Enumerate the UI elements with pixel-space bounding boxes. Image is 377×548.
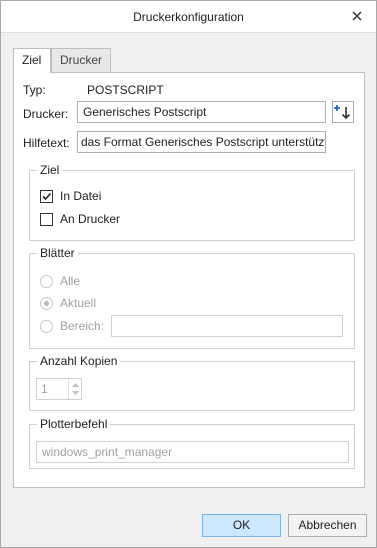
in-datei-label[interactable]: In Datei [60, 189, 101, 203]
stepper-arrows[interactable] [68, 379, 81, 399]
ok-button[interactable]: OK [202, 514, 281, 537]
ziel-group-legend: Ziel [37, 163, 63, 177]
blaetter-group: Blätter Alle Aktuell Bereich: [29, 246, 355, 349]
drucker-label: Drucker: [23, 107, 69, 121]
bereich-radio[interactable] [40, 320, 53, 333]
kopien-group: Anzahl Kopien 1 [29, 354, 355, 411]
bereich-label[interactable]: Bereich: [60, 319, 104, 333]
blaetter-group-legend: Blätter [37, 246, 78, 260]
typ-value: POSTSCRIPT [87, 83, 164, 97]
cancel-button[interactable]: Abbrechen [288, 514, 367, 537]
plotter-group-legend: Plotterbefehl [37, 417, 111, 431]
ziel-group: Ziel In Datei An Drucker [29, 163, 355, 241]
kopien-group-legend: Anzahl Kopien [37, 354, 121, 368]
tab-drucker[interactable]: Drucker [51, 48, 111, 72]
tab-panel-ziel: Typ: POSTSCRIPT Drucker: Generisches Pos… [13, 72, 365, 488]
hilfetext-label: Hilfetext: [23, 136, 70, 150]
bereich-input[interactable] [111, 315, 343, 337]
in-datei-checkbox[interactable] [40, 190, 53, 203]
an-drucker-label[interactable]: An Drucker [60, 212, 120, 226]
title-bar: Druckerkonfiguration [1, 1, 376, 33]
alle-radio[interactable] [40, 275, 53, 288]
dialog-window: Druckerkonfiguration Ziel Drucker Typ: P… [0, 0, 377, 548]
alle-label[interactable]: Alle [60, 274, 80, 288]
aktuell-label[interactable]: Aktuell [60, 296, 96, 310]
window-title: Druckerkonfiguration [133, 10, 244, 24]
an-drucker-checkbox[interactable] [40, 213, 53, 226]
aktuell-radio[interactable] [40, 297, 53, 310]
plotter-group: Plotterbefehl windows_print_manager [29, 417, 355, 469]
close-icon[interactable] [348, 7, 366, 25]
hilfetext-field[interactable]: das Format Generisches Postscript unters… [77, 131, 326, 153]
printer-select-icon[interactable] [332, 101, 354, 123]
tab-ziel[interactable]: Ziel [13, 48, 51, 73]
typ-label: Typ: [23, 83, 46, 97]
kopien-stepper[interactable]: 1 [36, 378, 82, 400]
plotterbefehl-input[interactable]: windows_print_manager [36, 441, 349, 463]
kopien-value: 1 [41, 382, 48, 396]
drucker-field[interactable]: Generisches Postscript [77, 101, 326, 123]
